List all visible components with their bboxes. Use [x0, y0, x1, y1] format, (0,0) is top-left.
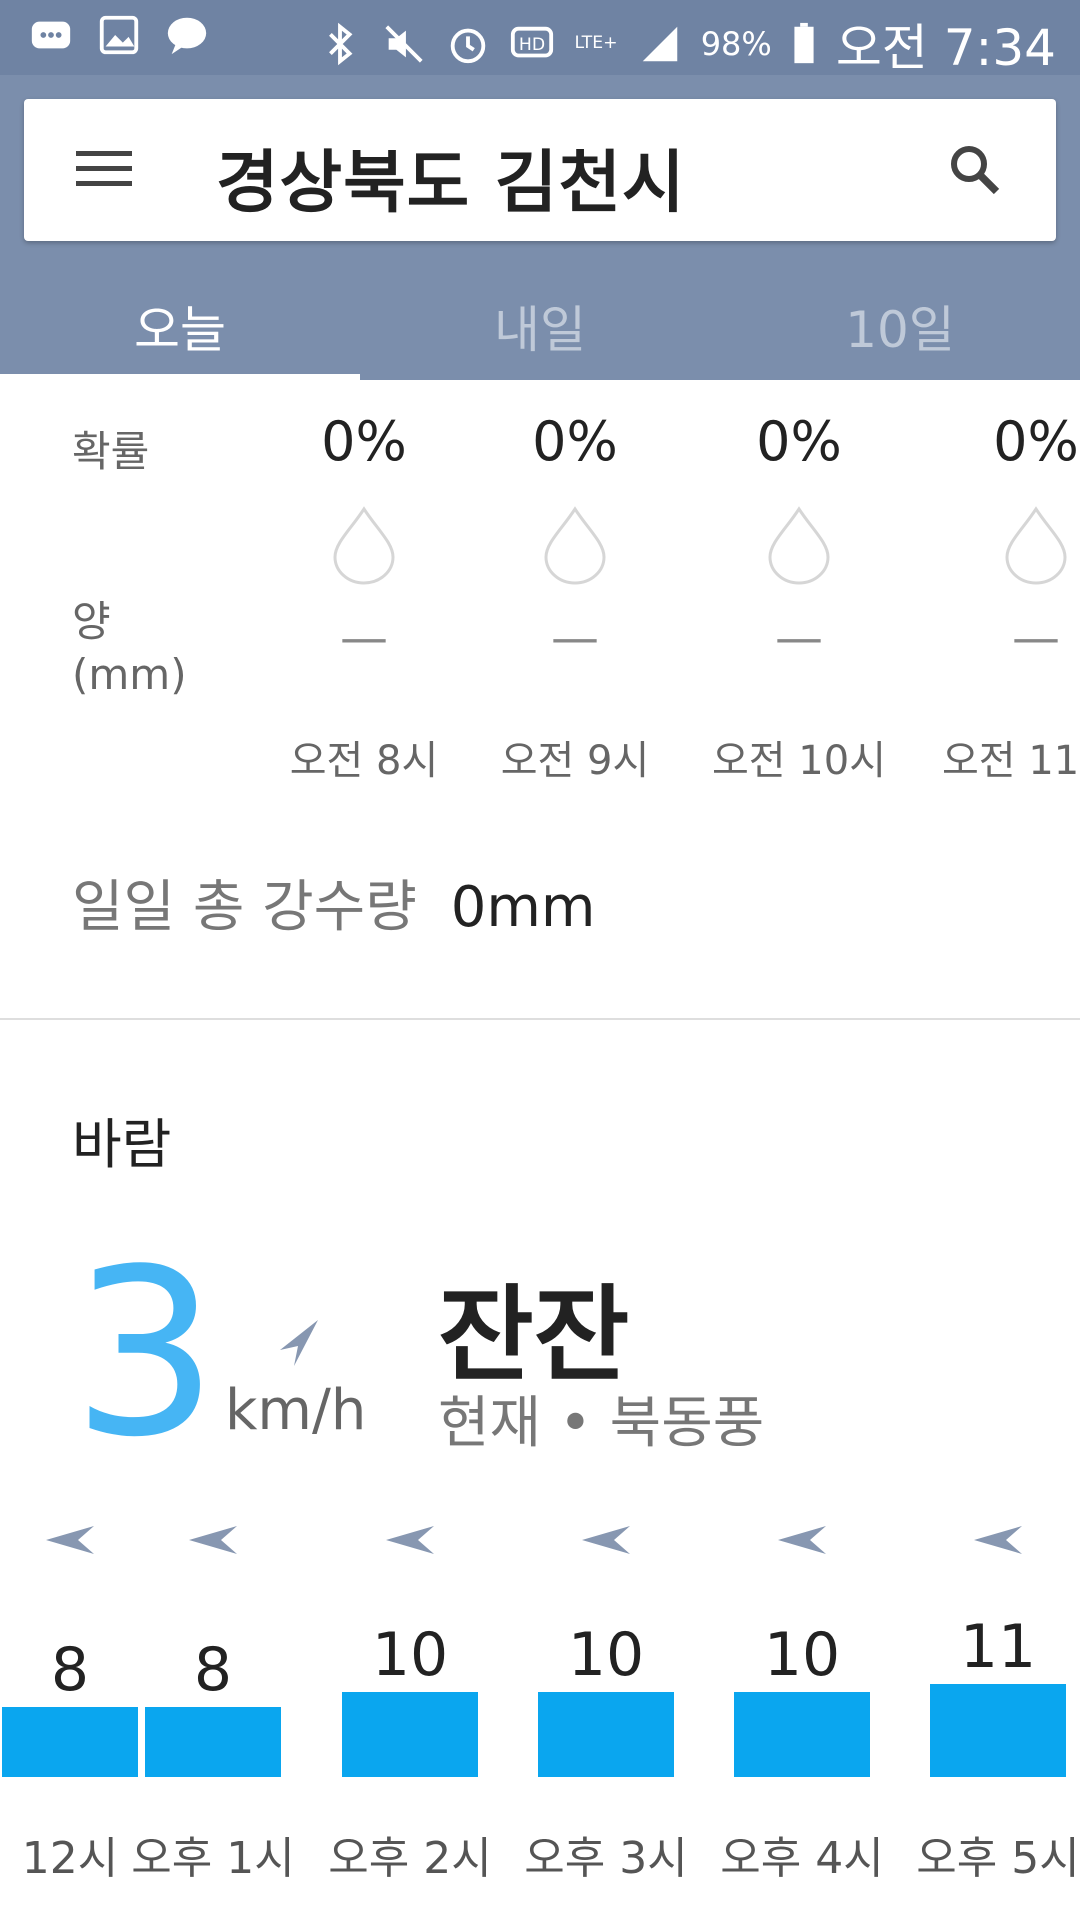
precip-prob-value: 0% [993, 410, 1079, 473]
bluetooth-icon [317, 21, 363, 67]
section-divider [0, 1018, 1080, 1020]
wind-title: 바람 [72, 1113, 172, 1176]
wind-hour-column: 10 오후 4시 [692, 1520, 912, 1884]
precip-prob-value: 0% [756, 410, 842, 473]
location-search-card[interactable]: 경상북도 김천시 [24, 99, 1056, 241]
precip-prob-value: 0% [532, 410, 618, 473]
wind-hour-column: 10 오후 2시 [300, 1520, 520, 1884]
amount-unit-label: (mm) [72, 650, 187, 699]
wind-hour-value: 8 [193, 1635, 233, 1705]
wind-hour-label: 오후 5시 [916, 1833, 1080, 1884]
wind-current-direction: 현재 • 북동풍 [438, 1391, 765, 1456]
amount-label: 양 [72, 597, 111, 646]
wind-direction-arrow-icon [582, 1526, 630, 1554]
mute-icon [381, 21, 427, 67]
signal-icon [637, 21, 683, 67]
raindrop-icon [544, 506, 606, 585]
raindrop-icon [1005, 506, 1067, 585]
wind-direction-arrow-icon [189, 1526, 237, 1554]
raindrop-icon [333, 506, 395, 585]
precip-time-label: 오전 8시 [289, 738, 439, 784]
hd-voice-icon: HD [509, 21, 555, 67]
wind-hour-column: 11 오후 5시 [888, 1520, 1080, 1884]
battery-percent: 98% [700, 25, 772, 63]
wind-hour-label: 오후 4시 [720, 1833, 884, 1884]
wind-hour-bar [930, 1684, 1066, 1777]
wind-unit: km/h [225, 1378, 367, 1443]
wind-hour-value: 10 [567, 1620, 645, 1690]
gallery-notification-icon [96, 12, 142, 58]
chat-notification-icon [164, 12, 210, 58]
precip-amount-value: — [340, 610, 388, 666]
alarm-icon [445, 21, 491, 67]
probability-label: 확률 [72, 427, 150, 476]
wind-hour-label: 오후 2시 [328, 1833, 492, 1884]
wind-hour-label: 오후 1시 [131, 1833, 295, 1884]
precip-amount-value: — [551, 610, 599, 666]
status-time: 오전 7:34 [835, 19, 1056, 77]
wind-direction-icon [280, 1320, 318, 1366]
precip-amount-value: — [775, 610, 823, 666]
wind-hour-label: 오후 3시 [524, 1833, 688, 1884]
precip-prob-value: 0% [321, 410, 407, 473]
daily-total-row: 일일 총 강수량 0mm [72, 862, 595, 943]
day-tabs: 오늘 내일 10일 [0, 275, 1080, 380]
wind-speed-value: 3 [72, 1221, 219, 1488]
wind-direction-arrow-icon [386, 1526, 434, 1554]
tab-10day[interactable]: 10일 [720, 275, 1080, 380]
svg-text:LTE+: LTE+ [574, 33, 617, 53]
wind-hour-column: 8 오후 1시 [103, 1520, 323, 1884]
daily-total-value: 0mm [450, 875, 596, 940]
tab-today[interactable]: 오늘 [0, 275, 360, 380]
message-notification-icon [28, 12, 74, 58]
precip-amount-value: — [1012, 610, 1060, 666]
wind-hour-value: 10 [763, 1620, 841, 1690]
app-header: 경상북도 김천시 오늘 내일 10일 [0, 75, 1080, 380]
location-title[interactable]: 경상북도 김천시 [216, 127, 686, 226]
status-bar: HD LTE+ 98% 오전 7:34 [0, 0, 1080, 77]
wind-hour-value: 10 [371, 1620, 449, 1690]
wind-hour-bar [145, 1707, 281, 1777]
precip-time-label: 오전 10시 [711, 738, 886, 784]
svg-text:HD: HD [519, 35, 545, 55]
wind-hour-bar [342, 1692, 478, 1777]
wind-hour-bar [734, 1692, 870, 1777]
raindrop-icon [768, 506, 830, 585]
search-icon[interactable] [944, 139, 1004, 199]
wind-direction-arrow-icon [974, 1526, 1022, 1554]
lte-icon: LTE+ [573, 21, 619, 67]
wind-direction-arrow-icon [46, 1526, 94, 1554]
menu-icon[interactable] [76, 145, 132, 193]
tab-tomorrow[interactable]: 내일 [360, 275, 720, 380]
battery-icon [790, 21, 818, 67]
wind-hour-bar [538, 1692, 674, 1777]
wind-hour-column: 10 오후 3시 [496, 1520, 716, 1884]
precip-time-label: 오전 11 [942, 738, 1080, 784]
precip-time-label: 오전 9시 [500, 738, 650, 784]
wind-hour-value: 11 [959, 1612, 1037, 1682]
wind-direction-arrow-icon [778, 1526, 826, 1554]
daily-total-label: 일일 총 강수량 [72, 875, 417, 940]
